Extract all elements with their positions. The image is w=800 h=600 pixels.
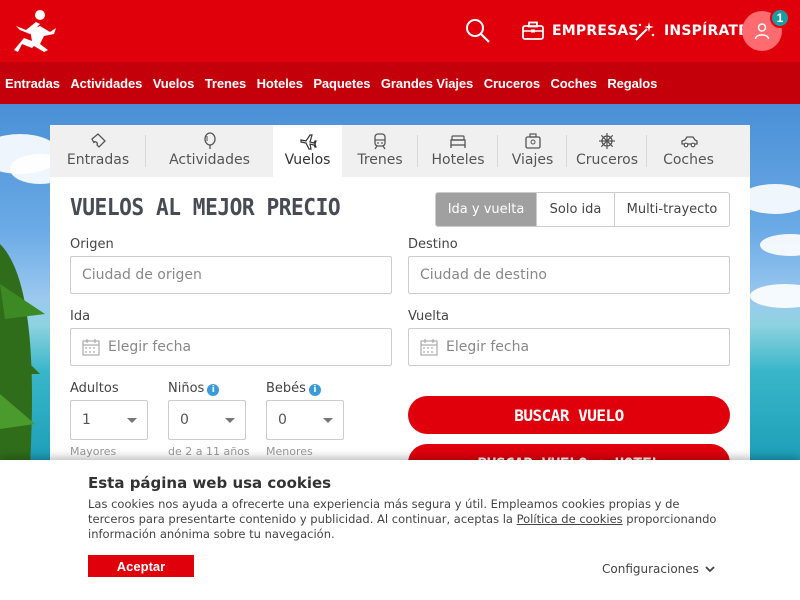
departure-date-field[interactable]: Elegir fecha: [70, 328, 392, 366]
trip-type-selector: Ida y vuelta Solo ida Multi-trayecto: [435, 192, 730, 227]
tab-label: Viajes: [511, 152, 554, 168]
return-date-field[interactable]: Elegir fecha: [408, 328, 730, 366]
tab-label: Cruceros: [575, 152, 639, 168]
nav-item-grandes-viajes[interactable]: Grandes Viajes: [381, 76, 473, 91]
top-header: EMPRESAS INSPÍRATE 1: [0, 0, 800, 62]
nav-item-trenes[interactable]: Trenes: [205, 76, 246, 91]
balloon-icon: [203, 132, 216, 149]
trip-type-multi[interactable]: Multi-trayecto: [614, 193, 729, 226]
nav-item-actividades[interactable]: Actividades: [70, 76, 142, 91]
children-select[interactable]: 0: [168, 400, 246, 440]
search-icon[interactable]: [464, 17, 492, 45]
tab-vuelos[interactable]: Vuelos: [273, 125, 342, 177]
caret-down-icon: [225, 418, 235, 423]
return-date-placeholder: Elegir fecha: [446, 339, 530, 355]
destination-field-wrapper: [408, 256, 730, 294]
tab-label: Coches: [663, 152, 714, 168]
tab-label: Actividades: [169, 152, 250, 168]
notification-badge: 1: [770, 8, 790, 28]
flight-search-card: Entradas Actividades Vuelos Trenes Hoteles Vi…: [50, 125, 750, 482]
nav-item-hoteles[interactable]: Hoteles: [257, 76, 303, 91]
suitcase-icon: [524, 133, 541, 149]
ticket-icon: [91, 133, 106, 148]
search-flight-button[interactable]: BUSCAR VUELO: [408, 396, 730, 434]
adults-select[interactable]: 1: [70, 400, 148, 440]
cookie-title: Esta página web usa cookies: [88, 474, 332, 492]
trip-type-oneway[interactable]: Solo ida: [536, 193, 614, 226]
trip-type-round[interactable]: Ida y vuelta: [436, 193, 536, 226]
adults-label: Adultos: [70, 381, 119, 396]
infants-label: Bebés: [266, 381, 306, 396]
origin-input[interactable]: [82, 267, 391, 283]
plane-icon: [299, 134, 317, 150]
cookie-settings-button[interactable]: Configuraciones: [602, 562, 715, 576]
adults-hint: Mayores: [70, 445, 117, 458]
magic-wand-icon: [635, 22, 655, 41]
main-nav: Entradas Actividades Vuelos Trenes Hoteles Pa…: [0, 62, 800, 104]
infants-hint: Menores: [266, 445, 313, 458]
tab-cruceros[interactable]: Cruceros: [567, 125, 647, 177]
chevron-down-icon: [705, 565, 715, 572]
adults-value: 1: [82, 412, 91, 428]
briefcase-icon: [522, 21, 544, 40]
nav-item-regalos[interactable]: Regalos: [607, 76, 657, 91]
cookie-policy-link[interactable]: Política de cookies: [517, 512, 623, 526]
return-label: Vuelta: [408, 309, 449, 324]
infants-value: 0: [278, 412, 287, 428]
nav-item-coches[interactable]: Coches: [550, 76, 596, 91]
tab-trenes[interactable]: Trenes: [342, 125, 418, 177]
departure-label: Ida: [70, 309, 91, 324]
nav-item-entradas[interactable]: Entradas: [5, 76, 60, 91]
tab-viajes[interactable]: Viajes: [498, 125, 567, 177]
children-label-wrap: Niños i: [168, 381, 220, 396]
search-title: VUELOS AL MEJOR PRECIO: [70, 195, 341, 221]
infants-label-wrap: Bebés i: [266, 381, 321, 396]
cookie-text: Las cookies nos ayuda a ofrecerte una ex…: [88, 497, 728, 542]
tab-hoteles[interactable]: Hoteles: [418, 125, 498, 177]
car-icon: [680, 136, 698, 148]
tab-actividades[interactable]: Actividades: [146, 125, 273, 177]
tab-entradas[interactable]: Entradas: [50, 125, 146, 177]
cookie-settings-label: Configuraciones: [602, 562, 699, 576]
origin-field-wrapper: [70, 256, 392, 294]
inspirate-link[interactable]: INSPÍRATE: [634, 19, 748, 43]
tab-label: Hoteles: [431, 152, 485, 168]
train-icon: [374, 133, 386, 150]
caret-down-icon: [323, 418, 333, 423]
caret-down-icon: [127, 418, 137, 423]
destination-input[interactable]: [420, 267, 729, 283]
bed-icon: [450, 135, 466, 148]
children-label: Niños: [168, 381, 205, 396]
children-hint: de 2 a 11 años: [168, 445, 250, 458]
info-icon[interactable]: i: [308, 384, 321, 396]
nav-item-cruceros[interactable]: Cruceros: [484, 76, 540, 91]
destination-label: Destino: [408, 237, 458, 252]
inspirate-label: INSPÍRATE: [664, 23, 748, 39]
tab-coches[interactable]: Coches: [647, 125, 730, 177]
nav-item-paquetes[interactable]: Paquetes: [313, 76, 370, 91]
user-icon: [754, 23, 770, 40]
children-value: 0: [180, 412, 189, 428]
origin-label: Origen: [70, 237, 114, 252]
product-tabs: Entradas Actividades Vuelos Trenes Hoteles Vi…: [50, 125, 750, 177]
departure-date-placeholder: Elegir fecha: [108, 339, 192, 355]
cookie-banner: Esta página web usa cookies Las cookies …: [0, 460, 800, 600]
brand-logo-icon[interactable]: [10, 8, 58, 54]
info-icon[interactable]: i: [207, 384, 220, 396]
nav-item-vuelos[interactable]: Vuelos: [153, 76, 195, 91]
helm-icon: [599, 133, 615, 149]
tab-label: Vuelos: [284, 152, 331, 168]
infants-select[interactable]: 0: [266, 400, 344, 440]
empresas-link[interactable]: EMPRESAS: [522, 19, 639, 43]
empresas-label: EMPRESAS: [552, 23, 639, 39]
tab-label: Entradas: [66, 152, 130, 168]
calendar-icon: [420, 339, 438, 356]
accept-cookies-button[interactable]: Aceptar: [88, 555, 194, 577]
calendar-icon: [82, 339, 100, 356]
tab-label: Trenes: [357, 152, 403, 168]
